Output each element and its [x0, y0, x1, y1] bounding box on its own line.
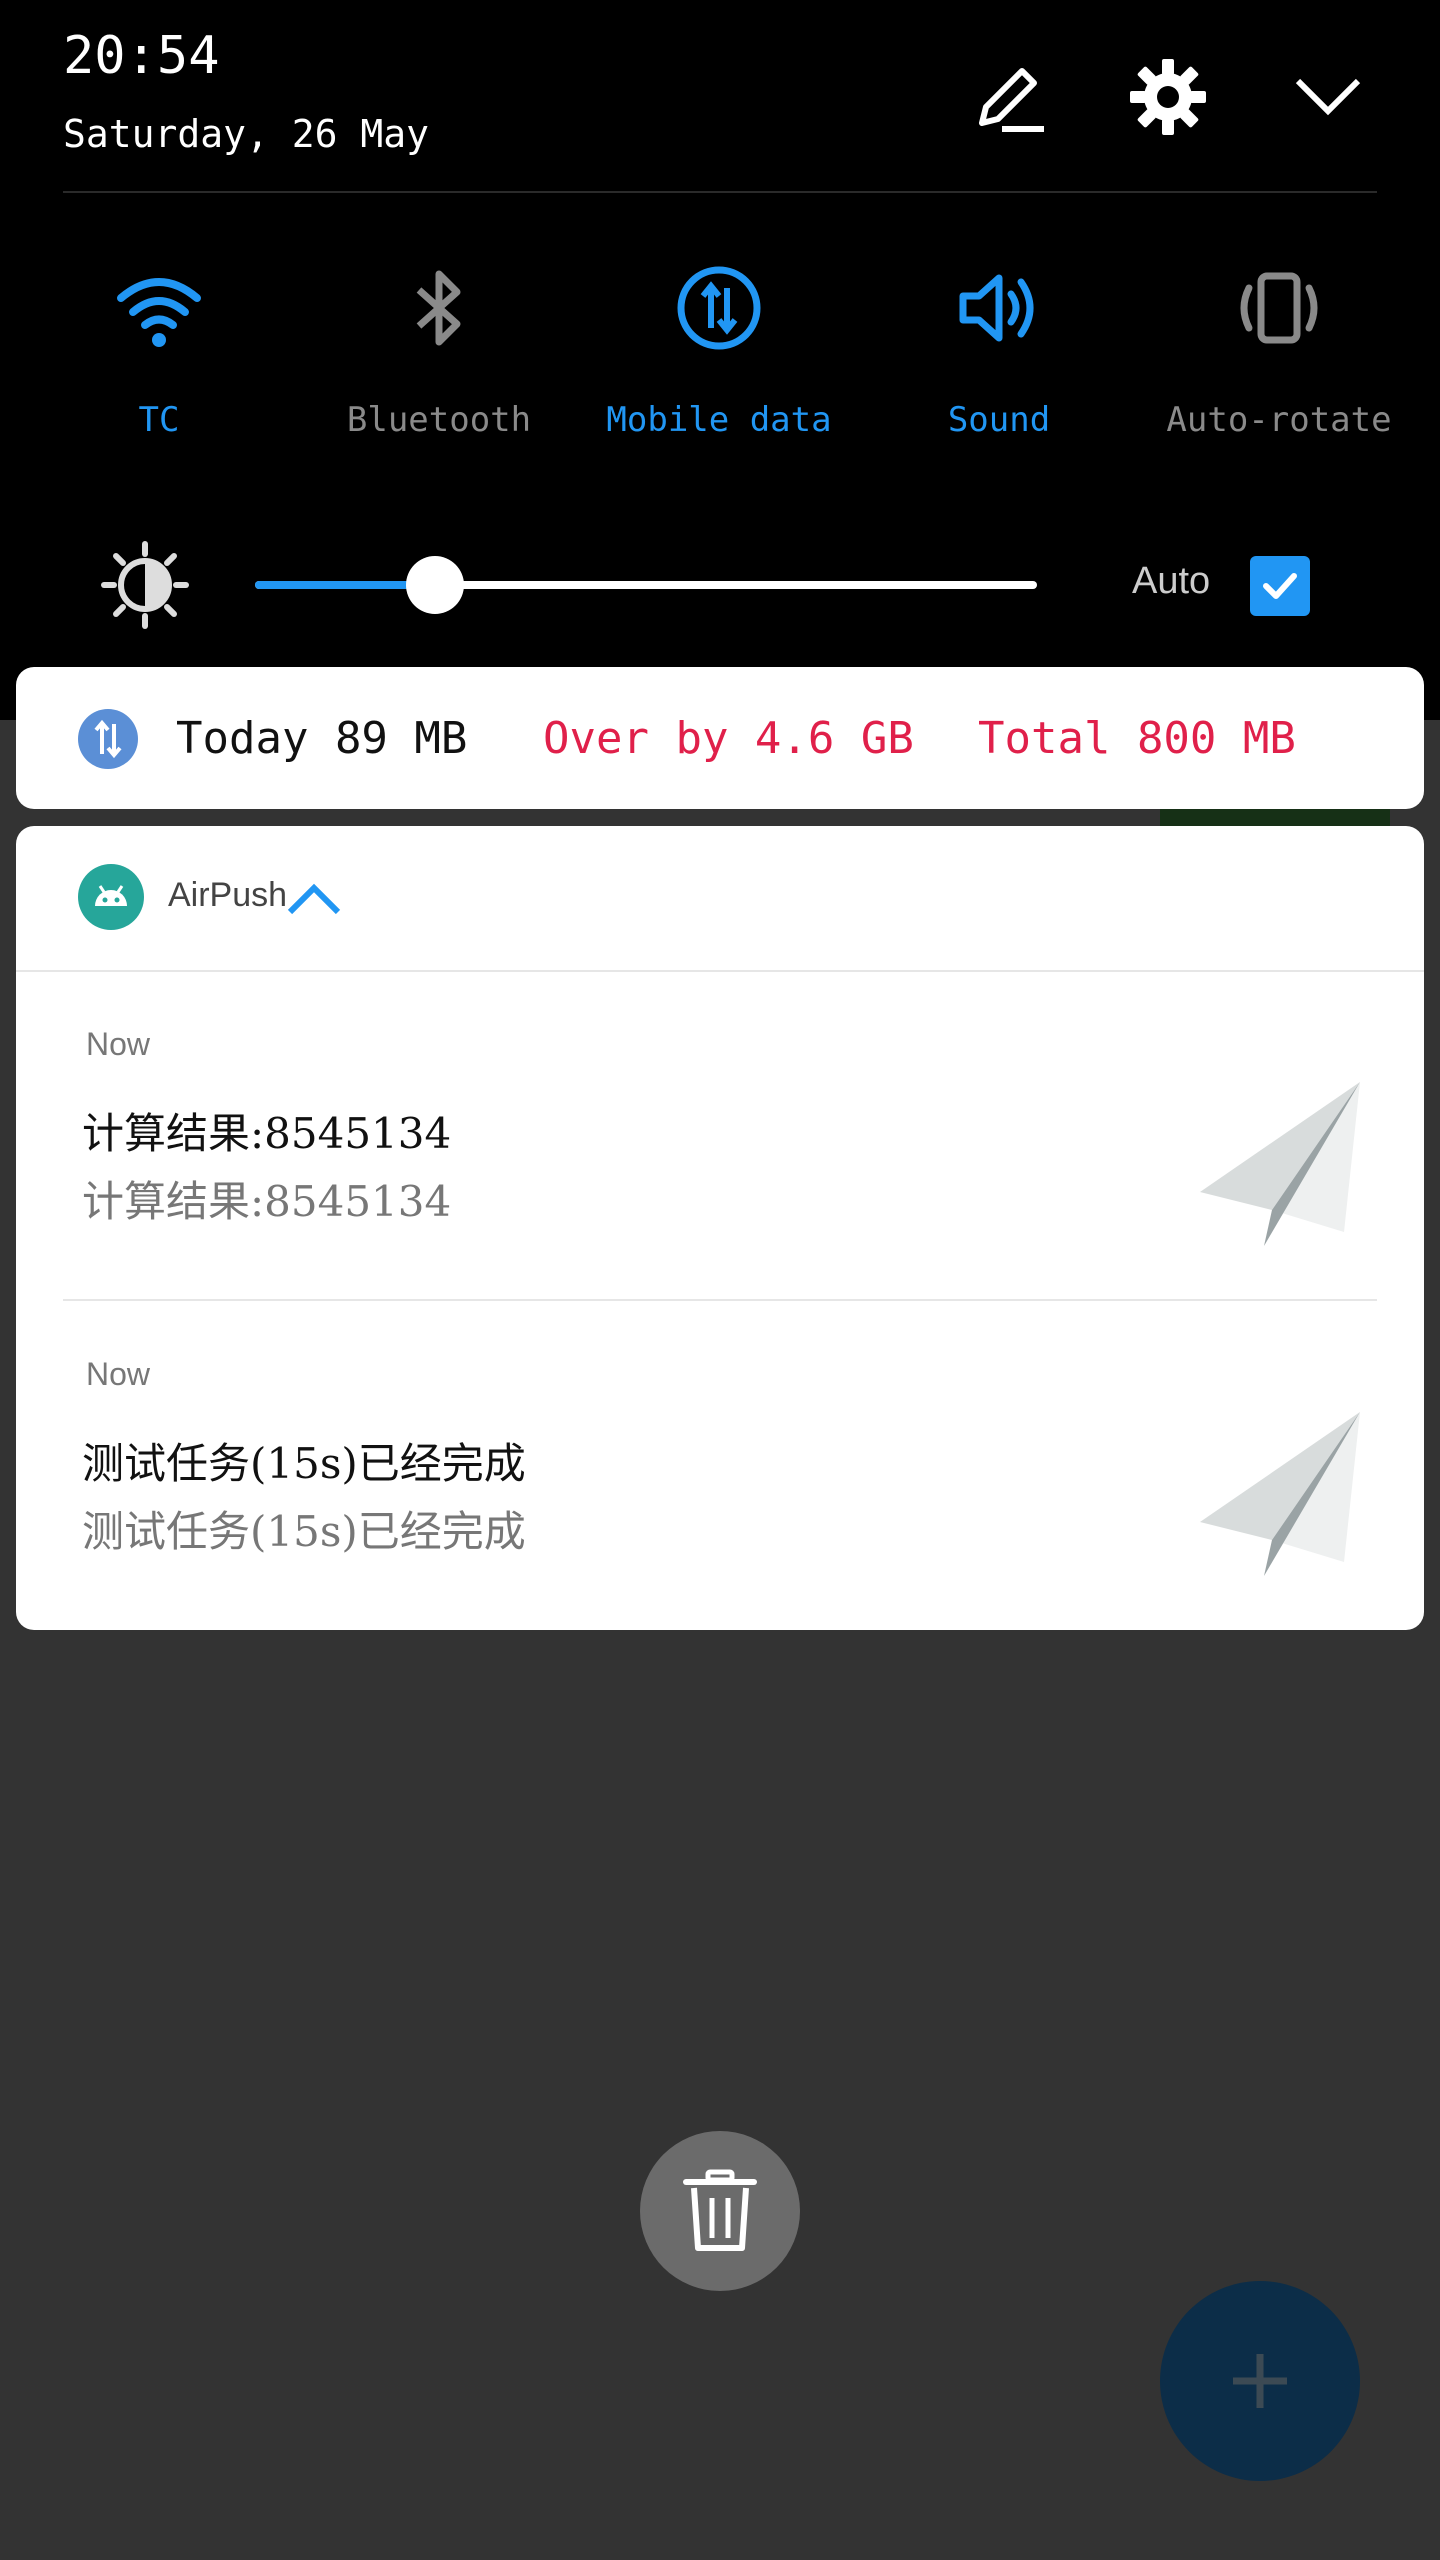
- android-app-icon: [78, 864, 144, 930]
- tile-bluetooth[interactable]: Bluetooth: [319, 260, 559, 450]
- tile-mobile-data-label: Mobile data: [606, 400, 832, 440]
- clock: 20:54: [63, 26, 220, 86]
- auto-rotate-icon: [1231, 260, 1327, 356]
- plus-icon: [1233, 2354, 1287, 2408]
- sound-icon: [951, 260, 1047, 356]
- data-usage-total: Total 800 MB: [978, 713, 1296, 764]
- data-usage-today: Today 89 MB: [176, 713, 468, 764]
- data-usage-card[interactable]: Today 89 MB Over by 4.6 GB Total 800 MB: [16, 667, 1424, 809]
- wifi-icon: [111, 260, 207, 356]
- chevron-up-icon[interactable]: [284, 878, 344, 918]
- data-usage-icon: [78, 709, 138, 769]
- gear-icon[interactable]: [1123, 52, 1213, 142]
- notification-time: Now: [86, 1026, 151, 1062]
- add-fab-button[interactable]: [1160, 2281, 1360, 2481]
- notification-group: AirPush Now 计算结果:8545134 计算结果:8545134 No…: [16, 826, 1424, 1630]
- tile-sound-label: Sound: [947, 400, 1051, 440]
- notification-app-name: AirPush: [168, 876, 288, 914]
- notification-body: 计算结果:8545134: [82, 1177, 452, 1226]
- notification-group-header[interactable]: AirPush: [16, 826, 1424, 971]
- notification-divider: [63, 1299, 1377, 1301]
- edit-icon[interactable]: [963, 52, 1053, 142]
- tile-mobile-data[interactable]: Mobile data: [599, 260, 839, 450]
- brightness-slider[interactable]: [255, 556, 1037, 614]
- tile-wifi[interactable]: TC: [39, 260, 279, 450]
- notification-body: 测试任务(15s)已经完成: [82, 1507, 526, 1556]
- checkmark-icon: [1263, 573, 1297, 599]
- bluetooth-icon: [391, 260, 487, 356]
- tile-sound[interactable]: Sound: [879, 260, 1119, 450]
- chevron-down-icon[interactable]: [1283, 52, 1373, 142]
- notification-time: Now: [86, 1356, 151, 1392]
- notification-item[interactable]: Now 测试任务(15s)已经完成 测试任务(15s)已经完成: [16, 1302, 1424, 1632]
- mobile-data-icon: [671, 260, 767, 356]
- paper-plane-icon: [1196, 1412, 1376, 1592]
- trash-icon: [683, 2169, 757, 2251]
- brightness-slider-thumb[interactable]: [405, 556, 464, 614]
- paper-plane-icon: [1196, 1082, 1376, 1262]
- auto-brightness-label: Auto: [1132, 560, 1211, 602]
- date: Saturday, 26 May: [63, 112, 430, 156]
- brightness-icon: [100, 540, 190, 630]
- notification-title: 测试任务(15s)已经完成: [82, 1439, 526, 1488]
- clear-all-button[interactable]: [640, 2131, 800, 2291]
- auto-brightness-checkbox[interactable]: [1250, 556, 1310, 616]
- notification-item[interactable]: Now 计算结果:8545134 计算结果:8545134: [16, 972, 1424, 1302]
- tile-auto-rotate-label: Auto-rotate: [1166, 400, 1392, 440]
- tile-wifi-label: TC: [138, 400, 180, 440]
- tile-auto-rotate[interactable]: Auto-rotate: [1159, 260, 1399, 450]
- data-usage-over: Over by 4.6 GB: [543, 713, 914, 764]
- tile-bluetooth-label: Bluetooth: [346, 400, 532, 440]
- header-divider: [63, 191, 1377, 193]
- notification-title: 计算结果:8545134: [82, 1109, 452, 1158]
